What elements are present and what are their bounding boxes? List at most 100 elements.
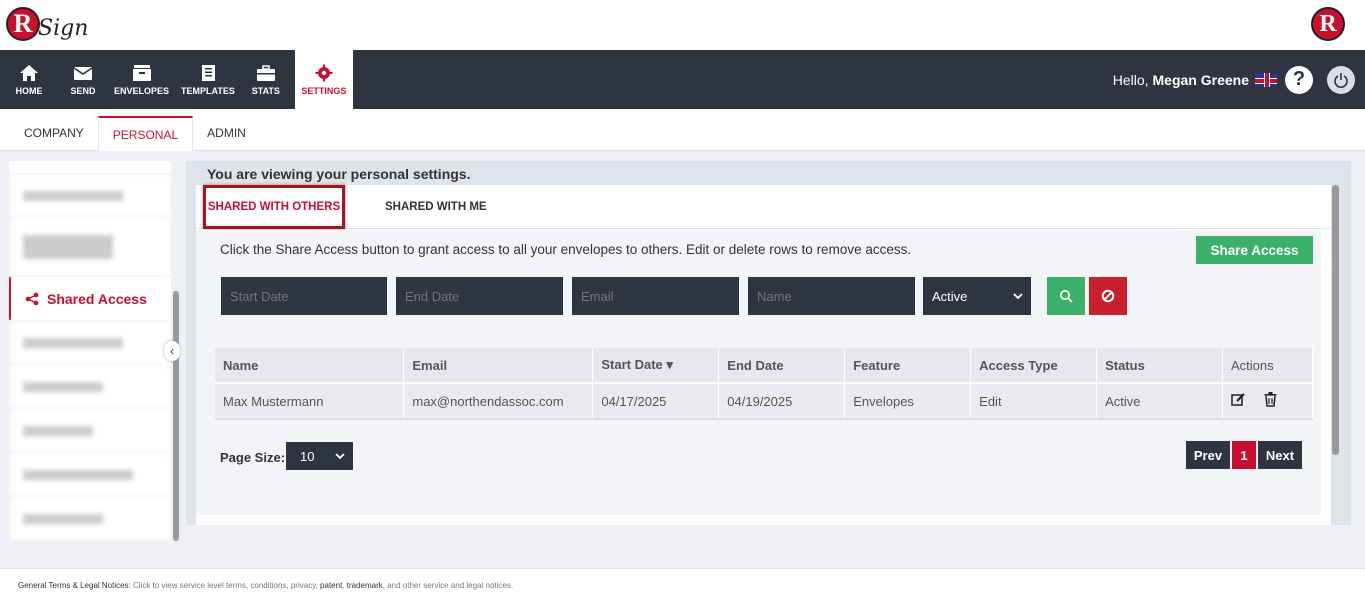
nav-templates-label: TEMPLATES xyxy=(181,85,235,96)
settings-sidebar: Shared Access xyxy=(9,161,171,541)
cell-start-date: 04/17/2025 xyxy=(592,382,720,420)
col-access-type[interactable]: Access Type xyxy=(970,348,1098,383)
main-nav: HOME SEND ENVELOPES TEMPLATES STATS SETT… xyxy=(0,50,1365,109)
edit-icon[interactable] xyxy=(1231,392,1246,407)
sidebar-item-label: Shared Access xyxy=(47,290,147,307)
shared-access-card: SHARED WITH OTHERS SHARED WITH ME Click … xyxy=(196,185,1331,525)
tab-shared-with-others[interactable]: SHARED WITH OTHERS xyxy=(203,185,345,229)
logo-text: Sign xyxy=(38,16,89,41)
info-text: Click the Share Access button to grant a… xyxy=(220,242,912,257)
cell-name: Max Mustermann xyxy=(215,382,405,420)
sidebar-item-blurred-2[interactable] xyxy=(9,218,171,276)
clear-filters-button[interactable] xyxy=(1089,277,1127,315)
end-date-input[interactable] xyxy=(396,277,563,315)
nav-stats-label: STATS xyxy=(251,85,280,96)
nav-home[interactable]: HOME xyxy=(0,50,58,109)
user-name[interactable]: Megan Greene xyxy=(1153,72,1249,88)
sidebar-item-shared-access[interactable]: Shared Access xyxy=(9,277,171,320)
brand-badge: R xyxy=(1311,7,1345,41)
cell-email: max@northendassoc.com xyxy=(403,382,594,420)
col-status[interactable]: Status xyxy=(1096,348,1223,383)
collapse-sidebar-button[interactable]: ‹ xyxy=(164,341,180,361)
chevron-left-icon: ‹ xyxy=(170,344,174,358)
ban-icon xyxy=(1101,289,1115,303)
inbox-icon xyxy=(132,64,151,81)
cell-actions xyxy=(1222,382,1314,420)
nav-settings[interactable]: SETTINGS xyxy=(294,50,353,109)
help-button[interactable]: ? xyxy=(1285,65,1313,94)
name-input[interactable] xyxy=(748,277,915,315)
cell-access-type: Edit xyxy=(970,382,1098,420)
nav-stats[interactable]: STATS xyxy=(241,50,291,109)
footer-title[interactable]: General Terms & Legal Notices xyxy=(18,581,129,590)
nav-envelopes-label: ENVELOPES xyxy=(114,85,170,96)
footer-text-1: : Click to view service level terms, con… xyxy=(128,581,321,590)
sidebar-item-blurred-5[interactable] xyxy=(9,409,171,452)
gear-icon xyxy=(315,64,333,81)
search-icon xyxy=(1060,290,1073,303)
content-scrollbar[interactable] xyxy=(1332,185,1339,455)
col-start-date[interactable]: Start Date ▾ xyxy=(592,348,720,383)
user-area: Hello, Megan Greene ? xyxy=(1113,50,1355,109)
footer-patent-link[interactable]: patent xyxy=(320,581,342,590)
cell-end-date: 04/19/2025 xyxy=(718,382,846,420)
cell-feature: Envelopes xyxy=(844,382,972,420)
nav-templates[interactable]: TEMPLATES xyxy=(175,50,241,109)
col-feature[interactable]: Feature xyxy=(844,348,972,383)
footer: General Terms & Legal Notices: Click to … xyxy=(0,568,1365,600)
main-panel: You are viewing your personal settings. … xyxy=(186,161,1351,525)
prev-page-button[interactable]: Prev xyxy=(1186,441,1230,469)
footer-trademark-link[interactable]: trademark xyxy=(347,581,383,590)
next-page-button[interactable]: Next xyxy=(1258,441,1302,469)
sidebar-item-blurred-4[interactable] xyxy=(9,365,171,408)
shared-tabs: SHARED WITH OTHERS SHARED WITH ME xyxy=(196,185,1331,229)
sidebar-item-blurred-6[interactable] xyxy=(9,453,171,496)
trash-icon[interactable] xyxy=(1264,392,1277,407)
col-email[interactable]: Email xyxy=(403,348,594,383)
chevron-down-icon xyxy=(335,453,345,460)
nav-settings-label: SETTINGS xyxy=(301,85,347,96)
email-input[interactable] xyxy=(572,277,739,315)
tab-personal[interactable]: PERSONAL xyxy=(97,116,194,151)
shared-panel: Click the Share Access button to grant a… xyxy=(196,230,1321,515)
table-row: Max Mustermann max@northendassoc.com 04/… xyxy=(215,382,1314,420)
logo-letter: R xyxy=(6,6,40,41)
chevron-down-icon xyxy=(1013,293,1023,300)
content-area: Shared Access ‹ You are viewing your per… xyxy=(0,151,1365,568)
page-1-button[interactable]: 1 xyxy=(1232,441,1256,469)
logout-button[interactable] xyxy=(1327,65,1355,94)
page-size-label: Page Size: xyxy=(220,450,286,465)
tab-company[interactable]: COMPANY xyxy=(10,116,98,150)
page-size-value: 10 xyxy=(300,448,315,464)
tab-shared-with-me[interactable]: SHARED WITH ME xyxy=(385,185,487,229)
settings-subtabs: COMPANY PERSONAL ADMIN xyxy=(0,109,1365,151)
sidebar-item-blurred-3[interactable] xyxy=(9,321,171,364)
nav-envelopes[interactable]: ENVELOPES xyxy=(108,50,175,109)
status-select[interactable]: Active xyxy=(923,277,1031,315)
briefcase-icon xyxy=(256,64,275,81)
col-start-date-label: Start Date xyxy=(601,357,663,372)
search-button[interactable] xyxy=(1047,277,1085,315)
start-date-input[interactable] xyxy=(221,277,387,315)
sidebar-item-top xyxy=(9,161,171,173)
share-access-button[interactable]: Share Access xyxy=(1196,236,1313,264)
cell-status: Active xyxy=(1096,382,1223,420)
col-end-date[interactable]: End Date xyxy=(718,348,846,383)
sidebar-item-blurred-7[interactable] xyxy=(9,497,171,540)
nav-send[interactable]: SEND xyxy=(58,50,108,109)
sidebar-item-blurred-1[interactable] xyxy=(9,174,171,217)
col-name[interactable]: Name xyxy=(215,348,405,383)
sort-desc-icon: ▾ xyxy=(666,357,673,372)
footer-text-2: , and other service and legal notices. xyxy=(382,581,514,590)
nav-home-label: HOME xyxy=(15,85,43,96)
envelope-icon xyxy=(73,66,93,80)
uk-flag-icon[interactable] xyxy=(1255,72,1277,87)
rsign-logo[interactable]: R Sign xyxy=(6,6,88,41)
nav-send-label: SEND xyxy=(70,85,96,96)
sidebar-scrollbar[interactable] xyxy=(173,291,179,541)
page-size-select[interactable]: 10 xyxy=(286,442,353,470)
table-header-row: Name Email Start Date ▾ End Date Feature… xyxy=(215,348,1314,383)
share-icon xyxy=(25,292,39,305)
col-actions: Actions xyxy=(1222,348,1314,383)
tab-admin[interactable]: ADMIN xyxy=(193,116,260,150)
